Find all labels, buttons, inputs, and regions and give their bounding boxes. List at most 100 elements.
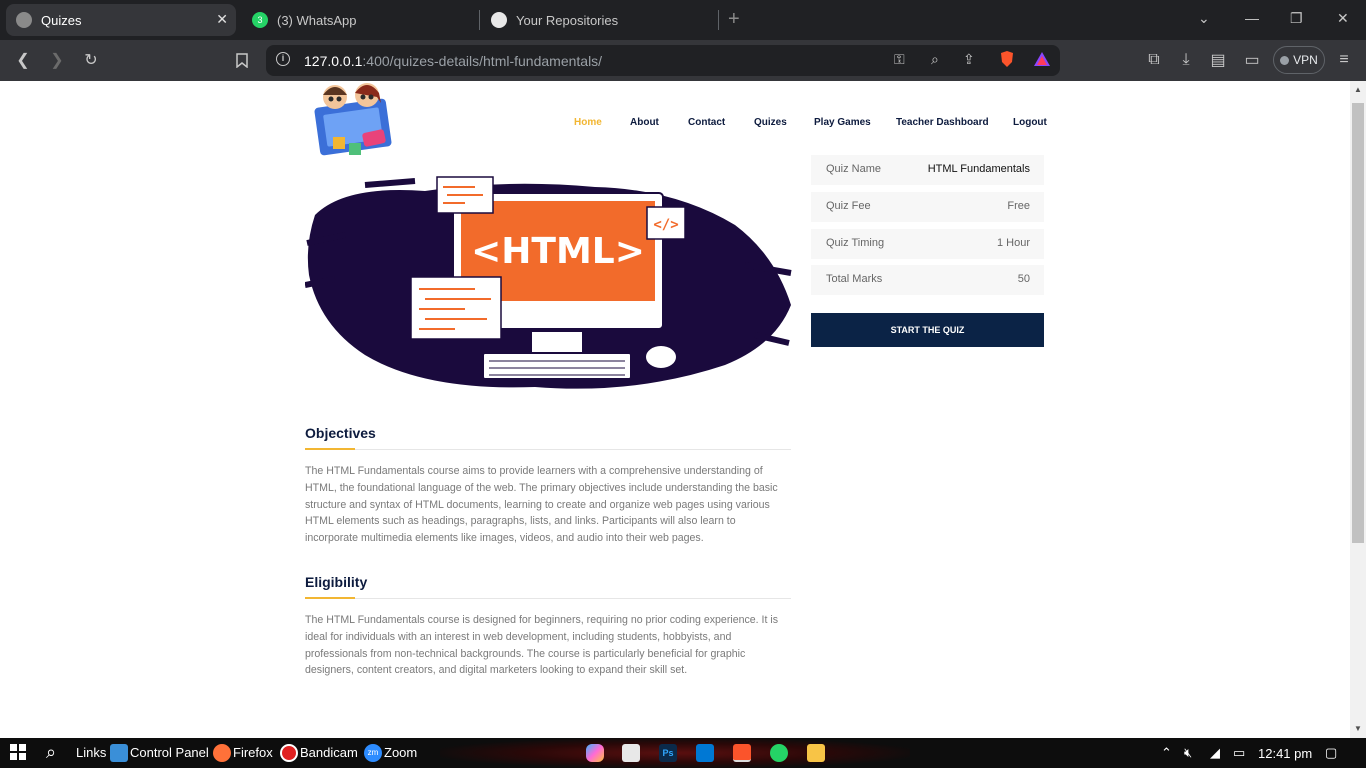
restore-icon[interactable]: ❐ xyxy=(1290,10,1303,27)
total-marks-row: Total Marks 50 xyxy=(811,265,1044,295)
extensions-icon[interactable]: ⧉ xyxy=(1142,48,1166,72)
url-path: :400/quizes-details/html-fundamentals/ xyxy=(362,53,603,69)
objectives-line: structure and syntax of HTML documents, … xyxy=(305,498,770,511)
taskbar-clock[interactable]: 12:41 pm xyxy=(1258,746,1312,761)
nav-play-games[interactable]: Play Games xyxy=(814,117,871,128)
site-info-icon[interactable]: i xyxy=(276,52,290,66)
start-quiz-button[interactable]: START THE QUIZ xyxy=(811,313,1044,347)
site-logo[interactable] xyxy=(305,81,405,163)
html-hero-illustration: <HTML> </> xyxy=(304,155,793,399)
vpn-status-dot xyxy=(1280,55,1290,65)
eligibility-heading: Eligibility xyxy=(305,574,368,590)
tab-repositories[interactable]: Your Repositories xyxy=(481,4,717,36)
objectives-line: The HTML Fundamentals course aims to pro… xyxy=(305,465,763,477)
tab-search-icon[interactable]: ⌄ xyxy=(1198,10,1210,27)
app-icon[interactable] xyxy=(622,744,640,762)
tab-divider xyxy=(479,10,480,30)
nav-about[interactable]: About xyxy=(630,117,659,128)
tab-quizes[interactable]: Quizes ✕ xyxy=(6,4,236,36)
show-hidden-icons[interactable]: ⌃ xyxy=(1161,745,1172,761)
tab-whatsapp[interactable]: 3 (3) WhatsApp xyxy=(242,4,472,36)
objectives-text: The HTML Fundamentals course aims to pro… xyxy=(305,463,791,547)
tab-title: Your Repositories xyxy=(516,12,619,28)
objectives-divider xyxy=(305,449,791,450)
forward-icon[interactable]: ❯ xyxy=(45,48,69,72)
brave-rewards-icon[interactable] xyxy=(1033,51,1051,70)
address-bar[interactable]: i 127.0.0.1:400/quizes-details/html-fund… xyxy=(266,45,1060,76)
search-icon[interactable]: ⌕ xyxy=(46,742,56,763)
share-icon[interactable]: ⇪ xyxy=(963,51,975,68)
nav-logout[interactable]: Logout xyxy=(1013,117,1047,128)
total-marks-value: 50 xyxy=(1017,273,1030,285)
taskbar-zoom[interactable]: Zoom xyxy=(384,745,417,760)
taskbar-bandicam[interactable]: Bandicam xyxy=(300,745,358,760)
quiz-timing-value: 1 Hour xyxy=(996,237,1030,249)
page-viewport: Home About Contact Quizes Play Games Tea… xyxy=(0,81,1350,738)
url-host: 127.0.0.1 xyxy=(304,53,363,69)
bandicam-icon xyxy=(280,744,298,762)
scroll-up-icon[interactable]: ▲ xyxy=(1354,85,1362,94)
menu-icon[interactable]: ≡ xyxy=(1332,48,1356,72)
sidebar-icon[interactable]: ▤ xyxy=(1206,48,1230,72)
eligibility-divider xyxy=(305,598,791,599)
browser-tab-bar: Quizes ✕ 3 (3) WhatsApp Your Repositorie… xyxy=(0,0,1366,40)
nav-quizes[interactable]: Quizes xyxy=(754,117,787,128)
taskbar-control-panel[interactable]: Control Panel xyxy=(130,745,209,760)
close-icon[interactable]: ✕ xyxy=(216,11,228,28)
minimize-icon[interactable]: — xyxy=(1245,10,1259,26)
page-scrollbar[interactable]: ▲ ▼ xyxy=(1350,81,1366,738)
start-icon[interactable] xyxy=(10,744,26,760)
copilot-icon[interactable] xyxy=(586,744,604,762)
wifi-icon[interactable]: ◢ xyxy=(1210,745,1220,761)
back-icon[interactable]: ❮ xyxy=(11,48,35,72)
battery-icon[interactable]: ▭ xyxy=(1233,745,1245,761)
notifications-icon[interactable]: ▢ xyxy=(1325,745,1337,761)
objectives-line: incorporate multimedia elements like ima… xyxy=(305,532,704,545)
scrollbar-thumb[interactable] xyxy=(1352,103,1364,543)
nav-home[interactable]: Home xyxy=(574,117,602,128)
nav-contact[interactable]: Contact xyxy=(688,117,725,128)
window-close-icon[interactable]: ✕ xyxy=(1337,10,1349,27)
vscode-icon[interactable] xyxy=(696,744,714,762)
total-marks-label: Total Marks xyxy=(826,273,883,285)
quiz-fee-value: Free xyxy=(1007,200,1030,212)
quiz-name-value: HTML Fundamentals xyxy=(927,163,1030,175)
zoom-icon[interactable]: ⌕ xyxy=(931,51,939,68)
eligibility-accent xyxy=(305,597,355,599)
windows-taskbar: ⌕ Links Control Panel Firefox Bandicam z… xyxy=(0,738,1366,768)
nav-teacher-dashboard[interactable]: Teacher Dashboard xyxy=(896,117,989,128)
globe-icon xyxy=(16,12,32,28)
whatsapp-icon: 3 xyxy=(252,12,268,28)
control-panel-icon xyxy=(110,744,128,762)
vpn-button[interactable]: VPN xyxy=(1273,46,1325,74)
brave-icon[interactable] xyxy=(733,744,751,762)
objectives-line: HTML, the foundational language of the w… xyxy=(305,481,778,494)
tab-divider xyxy=(718,10,719,30)
brave-shields-icon[interactable] xyxy=(999,50,1015,71)
quiz-name-row: Quiz Name HTML Fundamentals xyxy=(811,155,1044,185)
hero-code-tag: </> xyxy=(653,217,678,233)
eligibility-line: The HTML Fundamentals course is designed… xyxy=(305,614,779,626)
new-tab-button[interactable]: + xyxy=(728,8,740,31)
taskbar-links[interactable]: Links xyxy=(76,745,106,760)
scroll-down-icon[interactable]: ▼ xyxy=(1354,724,1362,733)
objectives-accent xyxy=(305,448,355,450)
firefox-icon xyxy=(213,744,231,762)
eligibility-text: The HTML Fundamentals course is designed… xyxy=(305,612,791,679)
quiz-timing-row: Quiz Timing 1 Hour xyxy=(811,229,1044,259)
volume-muted-icon[interactable]: 🔇︎ xyxy=(1184,745,1192,761)
file-explorer-icon[interactable] xyxy=(807,744,825,762)
wallet-icon[interactable]: ▭ xyxy=(1240,48,1264,72)
url-text[interactable]: 127.0.0.1:400/quizes-details/html-fundam… xyxy=(304,53,602,69)
tab-title: (3) WhatsApp xyxy=(277,12,357,28)
reload-icon[interactable]: ↻ xyxy=(79,48,103,72)
bookmark-icon[interactable] xyxy=(230,48,254,72)
eligibility-line: designers, content creators, and digital… xyxy=(305,664,688,677)
whatsapp-app-icon[interactable] xyxy=(770,744,788,762)
downloads-icon[interactable]: ⤓ xyxy=(1174,48,1198,72)
taskbar-firefox[interactable]: Firefox xyxy=(233,745,273,760)
photoshop-icon[interactable]: Ps xyxy=(659,744,677,762)
quiz-timing-label: Quiz Timing xyxy=(826,237,885,249)
hero-html-text: <HTML> xyxy=(471,231,645,272)
key-icon[interactable]: ⚿ xyxy=(894,51,905,68)
